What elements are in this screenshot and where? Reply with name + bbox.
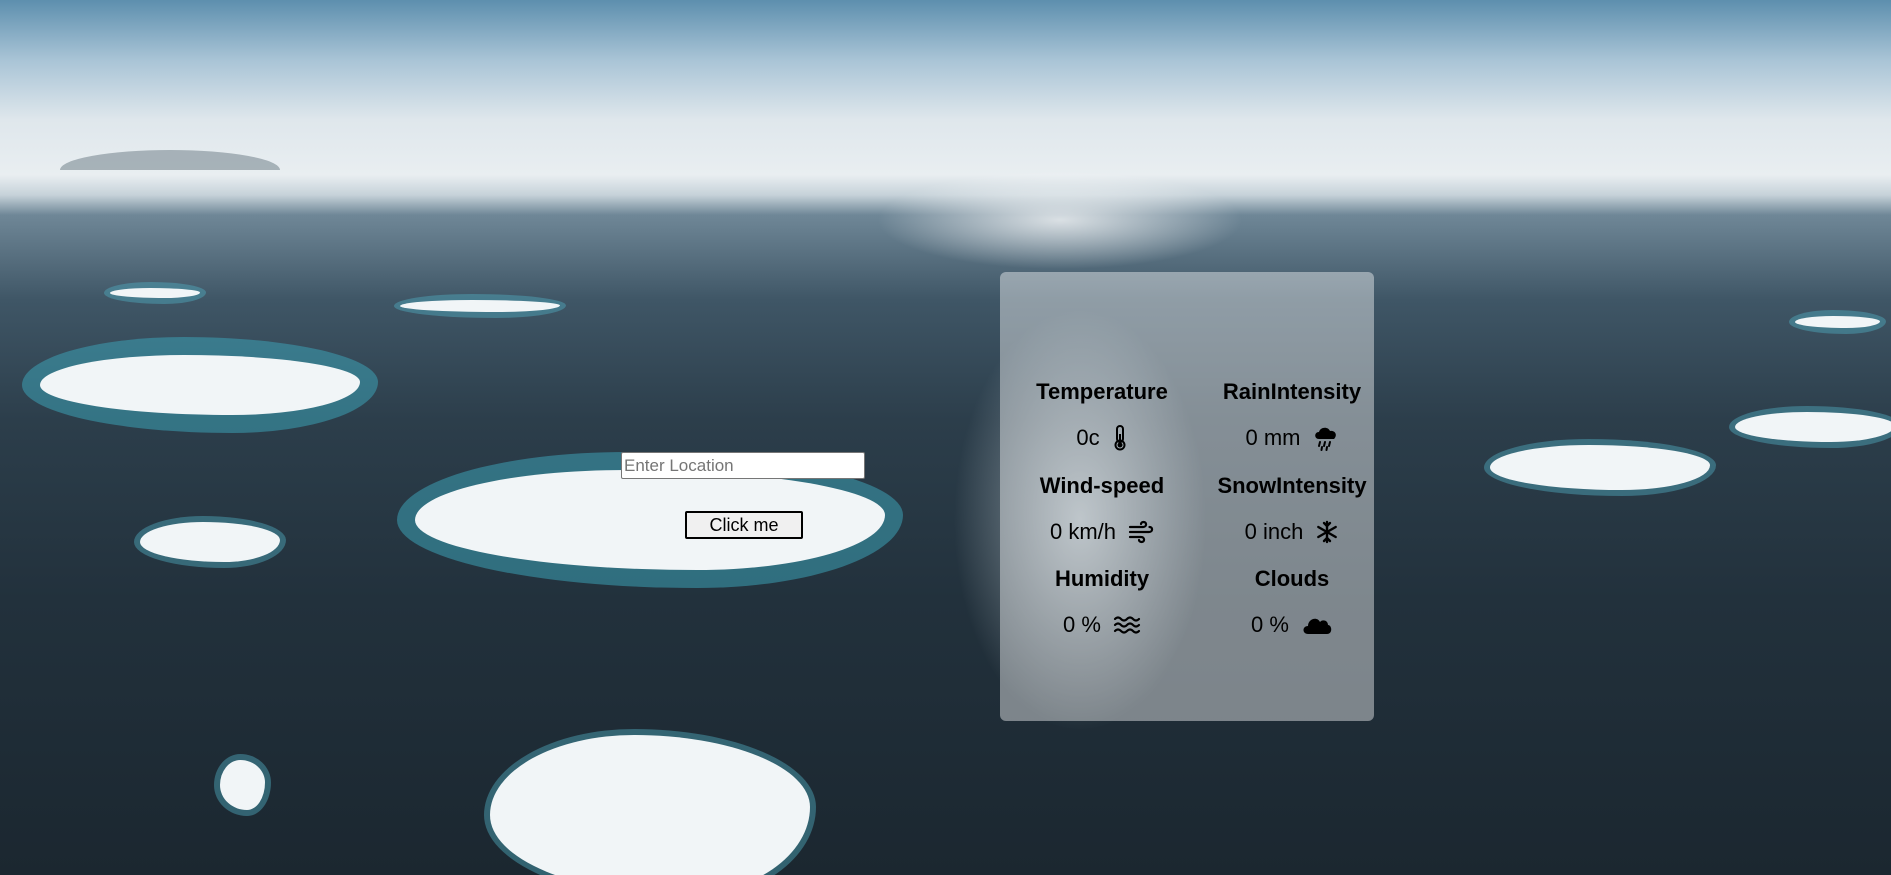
ice-floe (415, 470, 885, 570)
wind-speed-value: 0 km/h (1049, 519, 1117, 544)
clouds-card: Clouds 0 % (1192, 566, 1392, 638)
distant-mountain (60, 150, 280, 170)
humidity-label: Humidity (1054, 566, 1150, 591)
rain-intensity-value: 0 mm (1245, 425, 1301, 450)
cloud-icon (1301, 614, 1333, 636)
ice-floe (1735, 412, 1891, 442)
ice-floe (1795, 316, 1880, 328)
snow-intensity-label: SnowIntensity (1217, 473, 1367, 498)
ice-floe (490, 735, 810, 875)
background-image (0, 0, 1891, 875)
temperature-value: 0c (1076, 425, 1100, 450)
temperature-label: Temperature (1036, 379, 1168, 404)
rain-cloud-icon (1313, 425, 1339, 451)
thermometer-icon (1112, 425, 1128, 451)
humidity-card: Humidity 0 % (1002, 566, 1202, 638)
location-search-input[interactable] (621, 452, 865, 479)
ice-floe (40, 355, 360, 415)
ice-floe (140, 522, 280, 562)
ice-floe (110, 288, 200, 298)
rain-intensity-card: RainIntensity 0 mm (1192, 379, 1392, 451)
ice-floe (1490, 445, 1710, 490)
rain-intensity-label: RainIntensity (1222, 379, 1362, 404)
ice-floe (400, 300, 560, 312)
snowflake-icon (1315, 520, 1339, 544)
snow-intensity-value: 0 inch (1244, 519, 1304, 544)
humidity-waves-icon (1113, 614, 1141, 636)
wind-speed-label: Wind-speed (1039, 473, 1165, 498)
clouds-label: Clouds (1254, 566, 1330, 591)
weather-panel: Temperature 0c RainIntensity 0 mm Wind-s… (1000, 272, 1374, 721)
snow-intensity-card: SnowIntensity 0 inch (1192, 473, 1392, 545)
ice-floe (220, 760, 265, 810)
search-button[interactable]: Click me (685, 511, 803, 539)
wind-icon (1128, 520, 1154, 544)
humidity-value: 0 % (1063, 612, 1101, 637)
clouds-value: 0 % (1251, 612, 1289, 637)
temperature-card: Temperature 0c (1002, 379, 1202, 451)
wind-speed-card: Wind-speed 0 km/h (1002, 473, 1202, 545)
